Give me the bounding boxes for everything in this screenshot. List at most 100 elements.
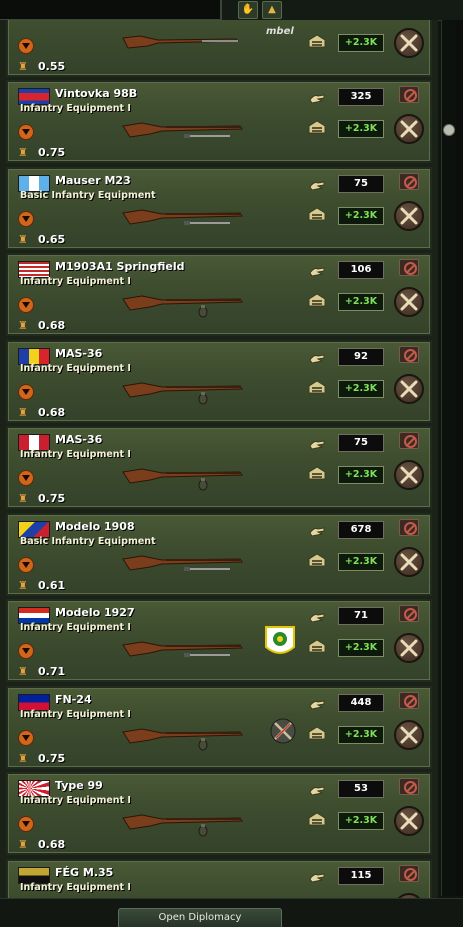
- crossed-tools-icon: [400, 293, 418, 311]
- cost-value: 0.75: [38, 146, 66, 159]
- equipment-card-partial: ♜ 0.55 mbel +2.3K: [6, 20, 432, 77]
- trade-button[interactable]: [394, 719, 424, 750]
- quantity-box: 325: [338, 88, 384, 106]
- manufacturer-logo: mbel: [266, 26, 294, 37]
- cancel-button[interactable]: [399, 518, 419, 536]
- equipment-name: MAS-36: [55, 433, 103, 446]
- cost-value: 0.75: [38, 751, 66, 765]
- crossed-rifles-icon[interactable]: [270, 718, 296, 744]
- factory-icon: ♜: [18, 60, 28, 73]
- rifle-with-grenade-icon: [122, 814, 243, 837]
- crossed-tools-icon: [400, 120, 418, 138]
- equipment-name: Modelo 1927: [55, 606, 135, 619]
- priority-down-icon[interactable]: [18, 210, 34, 227]
- factory-icon: ♜: [18, 405, 28, 419]
- priority-down-icon[interactable]: [18, 470, 34, 486]
- equipment-type: Infantry Equipment I: [20, 103, 131, 114]
- trade-button[interactable]: [394, 546, 424, 577]
- equipment-type: Infantry Equipment I: [20, 622, 131, 633]
- priority-down-icon[interactable]: [18, 556, 34, 573]
- priority-down-icon[interactable]: [18, 38, 34, 54]
- priority-down-icon[interactable]: [18, 297, 34, 313]
- scrollbar-thumb[interactable]: [443, 124, 455, 136]
- cancel-button[interactable]: [399, 345, 419, 363]
- quantity-box: 75: [338, 434, 384, 452]
- production-box: +2.3K: [338, 120, 384, 138]
- equipment-market-list: ♜ 0.55 mbel +2.3K Vintovka 98B Infantry E…: [0, 20, 438, 898]
- rifle-with-bayonet-icon: [122, 35, 240, 49]
- equipment-name: Vintovka 98B: [55, 87, 138, 100]
- stockpile-icon: [308, 206, 326, 220]
- equipment-card: Mauser M23 Basic Infantry Equipment ♜ 0.65 7…: [6, 166, 432, 250]
- quantity-box: 75: [338, 174, 384, 193]
- quantity-box: 448: [338, 693, 384, 712]
- cancel-button[interactable]: [399, 432, 419, 449]
- crossed-tools-icon: [400, 553, 418, 570]
- production-box: +2.3K: [338, 639, 384, 657]
- factory-filter-icon[interactable]: ▲: [262, 1, 282, 19]
- rifle-with-grenade-icon: [122, 727, 243, 750]
- cancel-button[interactable]: [399, 778, 419, 795]
- stockpile-icon: [308, 725, 326, 739]
- company-emblem-icon[interactable]: [264, 625, 296, 659]
- priority-down-icon[interactable]: [18, 124, 34, 140]
- priority-down-icon[interactable]: [18, 816, 34, 832]
- hand-icon: [309, 267, 325, 277]
- cancel-button[interactable]: [399, 86, 419, 103]
- rifle-with-grenade-icon: [122, 295, 243, 318]
- priority-down-icon[interactable]: [18, 643, 34, 659]
- crossed-tools-icon: [400, 207, 418, 224]
- trade-button[interactable]: [394, 806, 424, 836]
- equipment-name: FÉG M.35: [55, 865, 114, 879]
- cancel-button[interactable]: [399, 864, 419, 882]
- cancel-button[interactable]: [399, 605, 419, 622]
- equipment-card: M1903A1 Springfield Infantry Equipment I ♜…: [6, 253, 432, 336]
- production-box: +2.3K: [338, 466, 384, 484]
- equipment-type: Infantry Equipment I: [20, 795, 131, 806]
- hand-icon: [309, 94, 325, 104]
- rifle-with-grenade-icon: [122, 468, 243, 491]
- stockpile-icon: [308, 379, 326, 393]
- trade-button[interactable]: [394, 287, 424, 317]
- priority-down-icon[interactable]: [18, 383, 34, 400]
- cost-value: 0.65: [38, 232, 66, 246]
- cost-value: 0.68: [38, 838, 66, 851]
- rifle-with-grenade-icon: [122, 381, 243, 404]
- quantity-box: 71: [338, 607, 384, 625]
- production-box: +2.3K: [338, 34, 384, 52]
- cancel-button[interactable]: [399, 259, 419, 276]
- hand-icon: [309, 440, 325, 450]
- trade-button[interactable]: [394, 28, 424, 58]
- equipment-name: M1903A1 Springfield: [55, 260, 185, 273]
- factory-icon: ♜: [18, 492, 28, 505]
- crossed-tools-icon: [400, 466, 418, 484]
- trade-button[interactable]: [394, 200, 424, 231]
- rifle-icon: [118, 887, 258, 899]
- crossed-tools-icon: [400, 34, 418, 52]
- equipment-card: MAS-36 Infantry Equipment I ♜ 0.75 75 +2.3K: [6, 426, 432, 509]
- trade-button[interactable]: [394, 114, 424, 144]
- window-edge: [456, 20, 463, 896]
- trade-button[interactable]: [394, 373, 424, 404]
- hand-icon: [309, 613, 325, 623]
- cancel-button[interactable]: [399, 691, 419, 709]
- hand-filter-icon[interactable]: ✋: [238, 1, 258, 19]
- crossed-tools-icon: [400, 812, 418, 830]
- production-box: +2.3K: [338, 552, 384, 571]
- production-box: +2.3K: [338, 379, 384, 398]
- production-box: +2.3K: [338, 812, 384, 830]
- rifle-with-bayonet-icon: [122, 208, 243, 225]
- equipment-type: Infantry Equipment I: [20, 881, 131, 893]
- stockpile-icon: [308, 639, 326, 653]
- priority-down-icon[interactable]: [18, 729, 34, 746]
- scrollbar[interactable]: [441, 20, 456, 896]
- cost-value: 0.71: [38, 665, 66, 678]
- trade-button[interactable]: [394, 460, 424, 490]
- open-diplomacy-button[interactable]: Open Diplomacy: [118, 908, 282, 927]
- search-slot[interactable]: [0, 0, 222, 21]
- cost-value: 0.61: [38, 578, 66, 592]
- cancel-button[interactable]: [399, 172, 419, 190]
- crossed-tools-icon: [400, 639, 418, 657]
- equipment-name: Type 99: [55, 779, 103, 792]
- trade-button[interactable]: [394, 633, 424, 663]
